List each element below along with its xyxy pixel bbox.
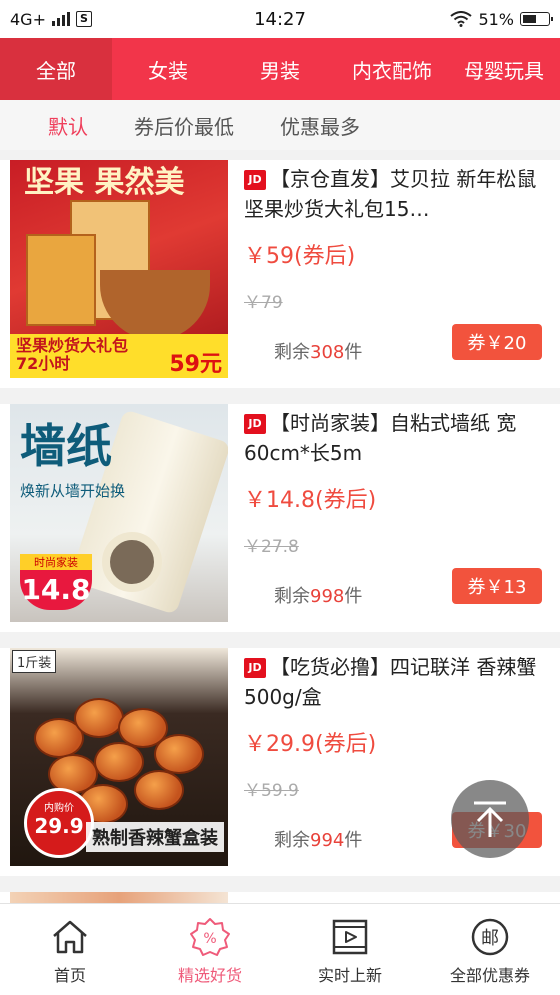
sort-most-discount[interactable]: 优惠最多 (280, 111, 360, 140)
sort-bar: 默认 券后价最低 优惠最多 (0, 100, 560, 150)
thumb-label: 熟制香辣蟹盒装 (86, 822, 224, 852)
tab-featured[interactable]: % 精选好货 (140, 904, 280, 995)
thumb-price-badge: 时尚家装 14.8 (20, 554, 92, 610)
thumb-headline: 坚果 果然美 (24, 165, 185, 200)
bottom-tab-bar: 首页 % 精选好货 实时上新 邮 全部优惠券 (0, 903, 560, 995)
original-price: ￥27.8 (244, 537, 299, 557)
thumb-price: 59元 (169, 352, 222, 377)
category-bar: 全部 女装 男装 内衣配饰 母婴玩具 (0, 38, 560, 100)
coupon-price: ￥29.9(券后) (244, 732, 377, 757)
jd-badge-icon: JD (244, 170, 266, 190)
coupon-button[interactable]: 券￥20 (452, 324, 542, 360)
category-tab-men[interactable]: 男装 (224, 38, 336, 100)
coupon-price: ￥59(券后) (244, 244, 356, 269)
tab-new-arrivals[interactable]: 实时上新 (280, 904, 420, 995)
category-tab-all[interactable]: 全部 (0, 38, 112, 100)
battery-icon (520, 12, 553, 26)
coupon-button[interactable]: 券￥13 (452, 568, 542, 604)
discount-icon: % (190, 918, 230, 956)
stock-remaining: 剩余998件 (274, 586, 363, 607)
product-image[interactable]: 墙纸 焕新从墙开始换 时尚家装 14.8 (10, 404, 228, 622)
home-icon (53, 920, 87, 954)
tab-home[interactable]: 首页 (0, 904, 140, 995)
back-to-top-button[interactable] (451, 780, 529, 858)
status-bar: 4G+ S 14:27 51% (0, 0, 560, 38)
stock-remaining: 剩余994件 (274, 830, 363, 851)
jd-badge-icon: JD (244, 414, 266, 434)
video-icon (332, 919, 368, 955)
coupon-price: ￥14.8(券后) (244, 488, 377, 513)
product-title[interactable]: 【时尚家装】自粘式墙纸 宽60cm*长5m (244, 411, 516, 465)
category-tab-baby[interactable]: 母婴玩具 (448, 38, 560, 100)
arrow-up-icon (474, 801, 506, 837)
jd-badge-icon: JD (244, 658, 266, 678)
clock: 14:27 (254, 8, 306, 30)
svg-text:%: % (203, 931, 216, 947)
product-title[interactable]: 【吃货必撸】四记联洋 香辣蟹 500g/盒 (244, 655, 536, 709)
original-price: ￥79 (244, 293, 283, 313)
product-card[interactable]: 坚果 果然美 坚果炒货大礼包 72小时 59元 JD 【京仓直发】艾贝拉 新年松鼠… (0, 160, 560, 388)
product-image[interactable]: 坚果 果然美 坚果炒货大礼包 72小时 59元 (10, 160, 228, 378)
tab-all-coupons[interactable]: 邮 全部优惠券 (420, 904, 560, 995)
coupon-icon: 邮 (471, 918, 509, 956)
thumb-headline: 墙纸 (20, 419, 112, 473)
product-image[interactable]: 1斤装 内购价 29.9 熟制香辣蟹盒装 (10, 648, 228, 866)
product-card[interactable]: 墙纸 焕新从墙开始换 时尚家装 14.8 JD 【时尚家装】自粘式墙纸 宽60cm… (0, 404, 560, 632)
product-title[interactable]: 【京仓直发】艾贝拉 新年松鼠坚果炒货大礼包15… (244, 167, 536, 221)
stock-remaining: 剩余308件 (274, 342, 363, 363)
thumb-price-badge: 内购价 29.9 (24, 788, 94, 858)
category-tab-underwear[interactable]: 内衣配饰 (336, 38, 448, 100)
sort-default[interactable]: 默认 (48, 111, 88, 140)
thumb-tag: 1斤装 (12, 650, 57, 673)
category-tab-women[interactable]: 女装 (112, 38, 224, 100)
thumb-sub: 焕新从墙开始换 (20, 482, 126, 500)
svg-text:邮: 邮 (481, 928, 499, 949)
sort-lowest-price[interactable]: 券后价最低 (134, 111, 234, 140)
